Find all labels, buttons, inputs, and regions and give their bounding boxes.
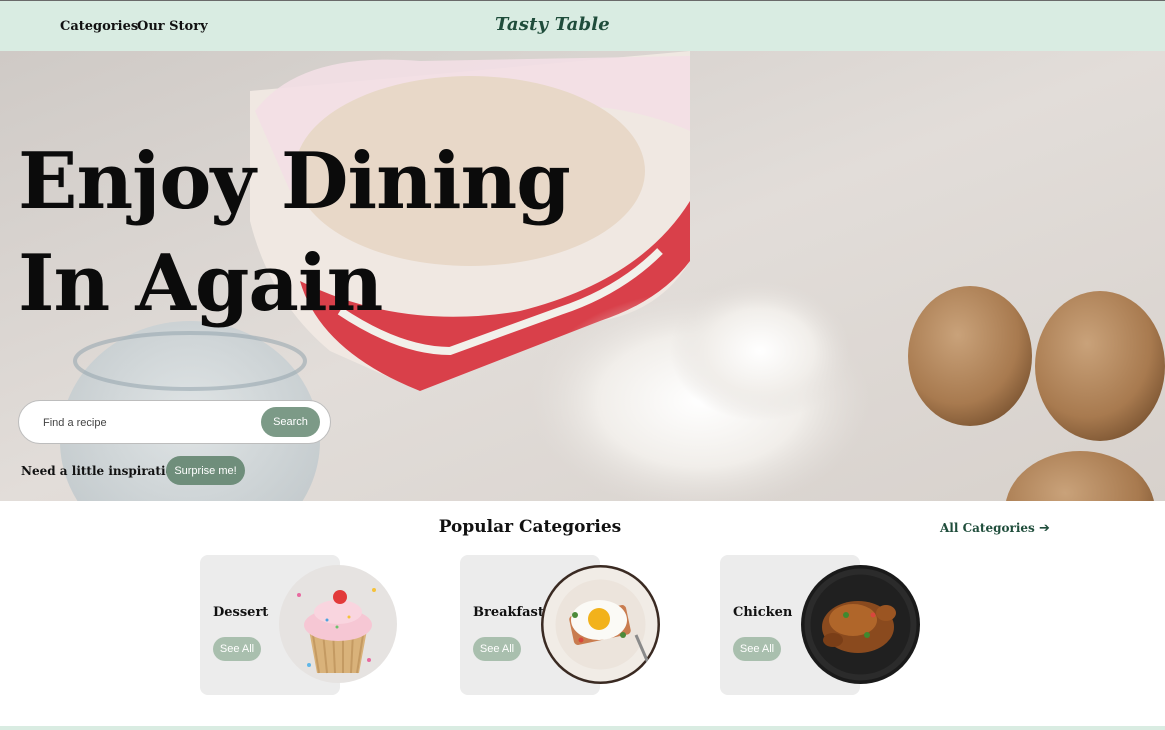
search-button[interactable]: Search <box>261 407 320 437</box>
top-nav: Categories Our Story Tasty Table <box>0 0 1165 51</box>
inspiration-label: Need a little inspiration? <box>21 464 190 478</box>
see-all-button[interactable]: See All <box>213 637 261 661</box>
all-categories-link[interactable]: All Categories ➔ <box>940 521 1050 536</box>
hero-heading-line-1: Enjoy Dining <box>18 136 571 227</box>
nav-link-our-story[interactable]: Our Story <box>137 19 208 34</box>
site-logo[interactable]: Tasty Table <box>495 14 610 35</box>
see-all-button[interactable]: See All <box>473 637 521 661</box>
footer-divider <box>0 726 1165 730</box>
hero-heading-line-2: In Again <box>18 238 383 329</box>
category-title: Breakfast <box>473 605 544 620</box>
popular-categories-heading: Popular Categories <box>438 517 622 537</box>
nav-link-categories[interactable]: Categories <box>60 19 138 34</box>
hero-banner: Enjoy Dining In Again Search Need a litt… <box>0 51 1165 501</box>
all-categories-label: All Categories <box>940 521 1035 535</box>
breakfast-image[interactable] <box>541 565 660 684</box>
arrow-right-icon: ➔ <box>1038 521 1050 536</box>
dessert-image[interactable] <box>279 565 397 683</box>
category-title: Chicken <box>733 605 793 620</box>
surprise-me-button[interactable]: Surprise me! <box>166 456 245 485</box>
recipe-search-input[interactable] <box>43 413 253 433</box>
hero-heading: Enjoy Dining In Again <box>18 131 571 335</box>
see-all-button[interactable]: See All <box>733 637 781 661</box>
recipe-search-bar: Search <box>18 400 331 444</box>
category-title: Dessert <box>213 605 269 620</box>
chicken-image[interactable] <box>801 565 920 684</box>
